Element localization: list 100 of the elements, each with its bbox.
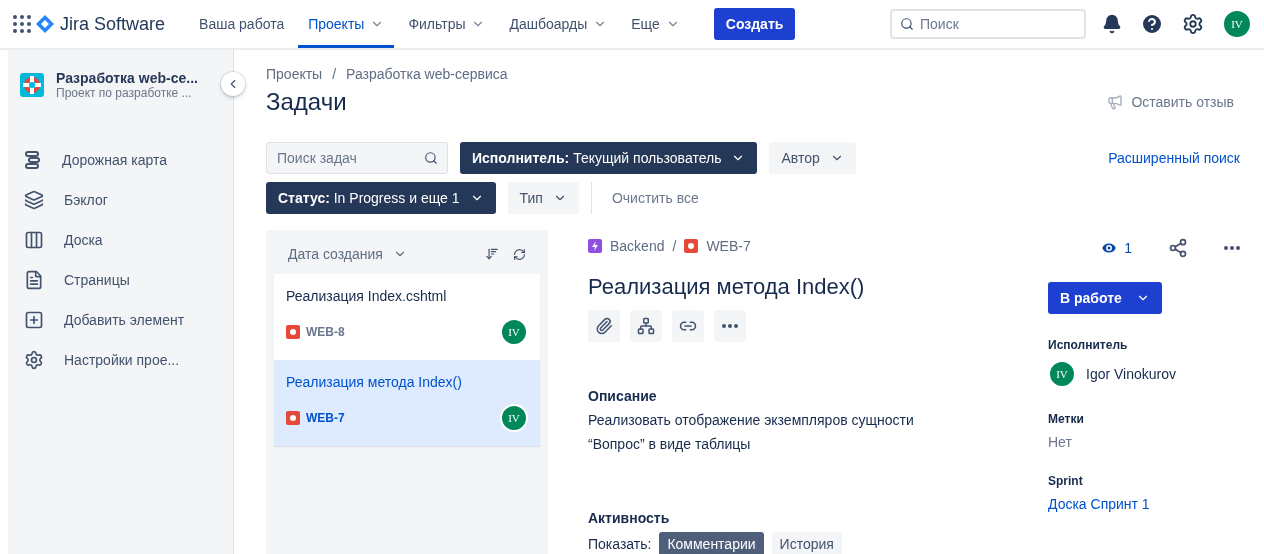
backlog-icon — [24, 190, 44, 210]
field-label: Исполнитель — [1048, 338, 1129, 352]
filter-label: Тип — [519, 190, 543, 206]
megaphone-icon — [1107, 94, 1124, 110]
sidebar-item[interactable]: Настройки прое... — [8, 340, 233, 380]
filter-label: Статус: In Progress и еще 1 — [278, 190, 460, 206]
activity-tab[interactable]: История — [771, 532, 842, 554]
filter-button[interactable]: Исполнитель: Текущий пользователь — [460, 142, 758, 174]
sprint-link[interactable]: Доска Спринт 1 — [1048, 496, 1150, 512]
more-button[interactable] — [714, 310, 746, 342]
advanced-search-link[interactable]: Расширенный поиск — [1108, 150, 1240, 166]
issue-title: Реализация Index.cshtml — [286, 288, 448, 304]
hierarchy-icon — [637, 317, 655, 335]
status-button[interactable]: В работе — [1048, 282, 1162, 314]
bell-icon[interactable] — [1102, 14, 1122, 34]
attachment-icon — [595, 317, 613, 335]
description-heading: Описание — [588, 388, 658, 404]
nav-item[interactable]: Ваша работа — [189, 0, 295, 48]
nav-label: Дашбоарды — [509, 16, 588, 32]
bug-icon — [286, 325, 300, 339]
more-icon[interactable] — [1224, 246, 1240, 250]
epic-icon — [588, 239, 602, 253]
issue-title: Реализация метода Index() — [286, 374, 463, 390]
page-icon — [24, 270, 44, 290]
attachment-button[interactable] — [588, 310, 620, 342]
nav-label: Проекты — [308, 16, 365, 32]
filter-button[interactable]: Тип — [507, 182, 579, 214]
issue-key: WEB-8 — [306, 325, 345, 339]
help-icon[interactable] — [1140, 12, 1164, 36]
filter-label: Исполнитель: Текущий пользователь — [472, 150, 722, 166]
description-text: Реализовать отображение экземпляров сущности “Вопрос” в виде таблицы — [588, 411, 915, 454]
apps-icon[interactable] — [12, 14, 32, 34]
search-icon — [424, 151, 438, 165]
roadmap-icon — [24, 150, 42, 170]
field-label: Sprint — [1048, 474, 1084, 488]
issue-key: WEB-7 — [306, 411, 345, 425]
feedback-button[interactable]: Оставить отзыв — [1101, 93, 1240, 111]
sort-dropdown[interactable]: Дата создания — [288, 246, 407, 262]
sidebar-item[interactable]: Дорожная карта — [8, 140, 233, 180]
breadcrumb-separator: / — [332, 66, 337, 82]
refresh-icon[interactable] — [513, 247, 526, 261]
issue-heading: Реализация метода Index() — [588, 274, 866, 300]
project-subtitle: Проект по разработке ... — [56, 86, 193, 100]
breadcrumb-link[interactable]: Проекты — [266, 66, 323, 82]
add-item-icon — [24, 310, 44, 330]
nav-item[interactable]: Фильтры — [398, 0, 496, 48]
more-icon — [722, 324, 738, 328]
assignee-avatar: IV — [500, 318, 528, 346]
nav-item[interactable]: Проекты — [298, 0, 395, 48]
sidebar-item[interactable]: Бэклог — [8, 180, 233, 220]
field-value: Igor Vinokurov — [1086, 366, 1176, 382]
nav-label: Фильтры — [408, 16, 466, 32]
search-icon — [900, 17, 914, 31]
activity-heading: Активность — [588, 510, 671, 526]
sort-label: Дата создания — [288, 246, 383, 262]
search-field[interactable]: Поиск — [890, 9, 1086, 39]
page-title: Задачи — [266, 88, 347, 116]
link-button[interactable] — [672, 310, 704, 342]
status-label: В работе — [1060, 290, 1122, 306]
field-label: Метки — [1048, 412, 1085, 426]
watch-button[interactable]: 1 — [1100, 239, 1132, 257]
filter-button[interactable]: Статус: In Progress и еще 1 — [266, 182, 496, 214]
user-avatar[interactable]: IV — [1222, 9, 1252, 39]
nav-label: Еще — [631, 16, 660, 32]
activity-tab[interactable]: Комментарии — [659, 532, 764, 554]
issue-card[interactable]: Реализация Index.cshtml WEB-8 IV — [274, 274, 540, 360]
clear-all-button[interactable]: Очистить все — [590, 182, 705, 214]
bug-icon — [286, 411, 300, 425]
collapse-button[interactable] — [221, 72, 245, 96]
sidebar-item[interactable]: Доска — [8, 220, 233, 260]
create-button[interactable]: Создать — [713, 8, 796, 40]
assignee-avatar: IV — [500, 404, 528, 432]
logo-icon — [36, 15, 54, 33]
field-value: Нет — [1048, 434, 1072, 450]
nav-label: Ваша работа — [199, 16, 285, 32]
settings-icon — [24, 350, 44, 370]
hierarchy-button[interactable] — [630, 310, 662, 342]
issue-search-field[interactable]: Поиск задач — [266, 142, 448, 174]
watcher-count: 1 — [1124, 240, 1132, 256]
settings-icon[interactable] — [1182, 13, 1204, 35]
nav-item[interactable]: Дашбоарды — [499, 0, 618, 48]
filter-label: Автор — [781, 150, 820, 166]
share-icon[interactable] — [1168, 238, 1188, 258]
board-icon — [24, 230, 44, 250]
sort-order-icon[interactable] — [485, 247, 499, 261]
parent-link[interactable]: Backend — [610, 238, 665, 254]
project-name: Разработка web-се... — [56, 70, 198, 86]
nav-item[interactable]: Еще — [621, 0, 690, 48]
show-label: Показать: — [588, 536, 652, 552]
issue-card[interactable]: Реализация метода Index() WEB-7 IV — [274, 360, 540, 446]
sidebar-item[interactable]: Добавить элемент — [8, 300, 233, 340]
sidebar-item[interactable]: Страницы — [8, 260, 233, 300]
app-name: Jira Software — [60, 13, 166, 35]
breadcrumb-link[interactable]: Разработка web-сервиса — [346, 66, 508, 82]
breadcrumb-separator: / — [672, 238, 677, 254]
filter-button[interactable]: Автор — [769, 142, 856, 174]
issue-key-link[interactable]: WEB-7 — [706, 238, 751, 254]
bug-icon — [684, 239, 699, 253]
assignee-avatar: IV — [1048, 360, 1076, 388]
project-logo-icon — [20, 73, 44, 97]
